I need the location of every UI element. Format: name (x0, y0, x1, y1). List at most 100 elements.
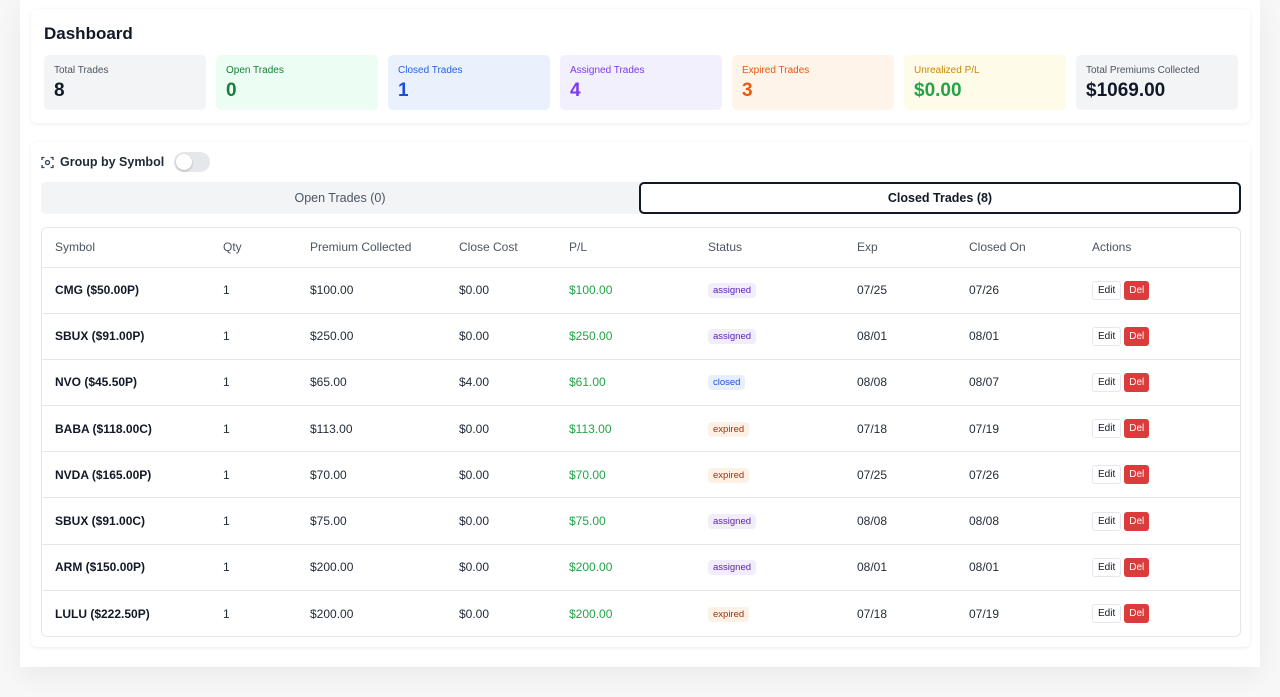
cell-close-cost: $0.00 (446, 497, 556, 545)
stat-value: $1069.00 (1086, 80, 1166, 101)
cell-exp: 08/01 (844, 313, 956, 360)
stat-value: 4 (570, 80, 581, 101)
trade-tabs: Open Trades (0) Closed Trades (8) (41, 182, 1241, 214)
col-header-premium: Premium Collected (297, 228, 446, 268)
delete-button[interactable]: Del (1124, 465, 1150, 485)
cell-actions: Edit Del (1079, 313, 1240, 360)
delete-button[interactable]: Del (1124, 511, 1150, 531)
cell-pl: $200.00 (556, 544, 695, 591)
cell-premium: $100.00 (297, 267, 446, 314)
stat-assigned-trades: Assigned Trades 4 (560, 55, 722, 110)
cell-actions: Edit Del (1079, 267, 1240, 314)
delete-button[interactable]: Del (1124, 372, 1150, 392)
cell-pl: $61.00 (556, 359, 695, 407)
edit-button[interactable]: Edit (1092, 604, 1122, 624)
cell-qty: 1 (210, 451, 297, 499)
cell-qty: 1 (210, 497, 297, 545)
stat-label: Unrealized P/L (914, 65, 980, 76)
delete-button[interactable]: Del (1124, 604, 1150, 624)
cell-status: assigned (695, 497, 844, 545)
closed-trades-table: Symbol Qty Premium Collected Close Cost … (41, 227, 1241, 637)
stat-label: Total Trades (54, 65, 109, 76)
cell-qty: 1 (210, 359, 297, 407)
cell-exp: 07/18 (844, 405, 956, 453)
stat-value: 1 (398, 80, 409, 101)
stat-expired-trades: Expired Trades 3 (732, 55, 894, 110)
cell-symbol: CMG ($50.00P) (42, 267, 210, 314)
table-row: SBUX ($91.00C) 1 $75.00 $0.00 $75.00 assigned… (42, 497, 1240, 545)
group-by-label: Group by Symbol (60, 155, 165, 169)
col-header-closed-on: Closed On (956, 228, 1079, 268)
stats-row: Total Trades 8 Open Trades 0 Closed Trad… (44, 55, 1238, 110)
cell-qty: 1 (223, 606, 230, 621)
col-header-actions: Actions (1079, 228, 1240, 268)
cell-actions: Edit Del (1079, 405, 1240, 453)
edit-button[interactable]: Edit (1092, 326, 1122, 346)
table-row: ARM ($150.00P) 1 $200.00 $0.00 $200.00 assign… (42, 544, 1240, 591)
cell-status: assigned (695, 313, 844, 360)
edit-button[interactable]: Edit (1092, 419, 1122, 439)
cell-premium: $65.00 (297, 359, 446, 407)
cell-pl: $250.00 (556, 313, 695, 360)
col-header-pl: P/L (556, 228, 695, 268)
cell-actions: Edit Del (1079, 497, 1240, 545)
cell-closed-on: 07/19 (969, 606, 1000, 621)
cell-symbol: BABA ($118.00C) (42, 405, 210, 453)
status-badge: assigned (708, 514, 757, 530)
cell-pl: $70.00 (556, 451, 695, 499)
cell-status: expired (695, 451, 844, 499)
edit-button[interactable]: Edit (1092, 511, 1122, 531)
stat-unrealized-pl: Unrealized P/L $0.00 (904, 55, 1066, 110)
cell-pl: $100.00 (556, 267, 695, 314)
cell-close-cost: $0.00 (446, 405, 556, 453)
status-badge: assigned (708, 283, 757, 299)
status-badge: expired (708, 467, 750, 483)
col-header-exp: Exp (844, 228, 956, 268)
delete-button[interactable]: Del (1124, 419, 1150, 439)
cell-close-cost: $4.00 (446, 359, 556, 407)
dashboard-title: Dashboard (44, 24, 133, 43)
group-by-row: Group by Symbol (41, 152, 211, 172)
cell-symbol: SBUX ($91.00C) (42, 497, 210, 545)
table-row: NVDA ($165.00P) 1 $70.00 $0.00 $70.00 expired… (42, 451, 1240, 499)
edit-button[interactable]: Edit (1092, 465, 1122, 485)
cell-closed-on: 08/07 (956, 359, 1079, 407)
status-badge: expired (708, 606, 750, 622)
cell-pl: $113.00 (556, 405, 695, 453)
cell-pl: $200.00 (569, 606, 613, 621)
cell-status: expired (695, 590, 844, 636)
stat-value: $0.00 (914, 80, 962, 101)
edit-button[interactable]: Edit (1092, 372, 1122, 392)
cell-symbol: NVDA ($165.00P) (42, 451, 210, 499)
group-by-toggle[interactable] (174, 152, 211, 172)
cell-exp: 08/01 (844, 544, 956, 591)
tab-closed-trades[interactable]: Closed Trades (8) (639, 182, 1241, 214)
col-header-status: Status (695, 228, 844, 268)
group-scan-icon (41, 156, 54, 169)
delete-button[interactable]: Del (1124, 557, 1150, 577)
stat-open-trades: Open Trades 0 (216, 55, 378, 110)
cell-exp: 08/08 (844, 359, 956, 407)
cell-premium: $70.00 (297, 451, 446, 499)
cell-actions: Edit Del (1079, 359, 1240, 407)
col-header-symbol: Symbol (42, 228, 210, 268)
edit-button[interactable]: Edit (1092, 557, 1122, 577)
edit-button[interactable]: Edit (1092, 280, 1122, 300)
cell-closed-on: 08/01 (956, 313, 1079, 360)
delete-button[interactable]: Del (1124, 326, 1150, 346)
status-badge: expired (708, 421, 750, 437)
table-row: NVO ($45.50P) 1 $65.00 $4.00 $61.00 closed 08/… (42, 359, 1240, 407)
cell-premium: $200.00 (297, 544, 446, 591)
stat-value: 0 (226, 80, 237, 101)
tab-open-trades[interactable]: Open Trades (0) (41, 182, 639, 214)
cell-symbol: SBUX ($91.00P) (42, 313, 210, 360)
cell-premium: $250.00 (297, 313, 446, 360)
stat-label: Total Premiums Collected (1086, 65, 1200, 76)
cell-actions: Edit Del (1079, 544, 1240, 591)
cell-qty: 1 (210, 544, 297, 591)
cell-closed-on: 07/19 (956, 405, 1079, 453)
delete-button[interactable]: Del (1124, 280, 1150, 300)
cell-premium: $200.00 (310, 606, 354, 621)
cell-closed-on: 07/26 (956, 267, 1079, 314)
col-header-close-cost: Close Cost (446, 228, 556, 268)
